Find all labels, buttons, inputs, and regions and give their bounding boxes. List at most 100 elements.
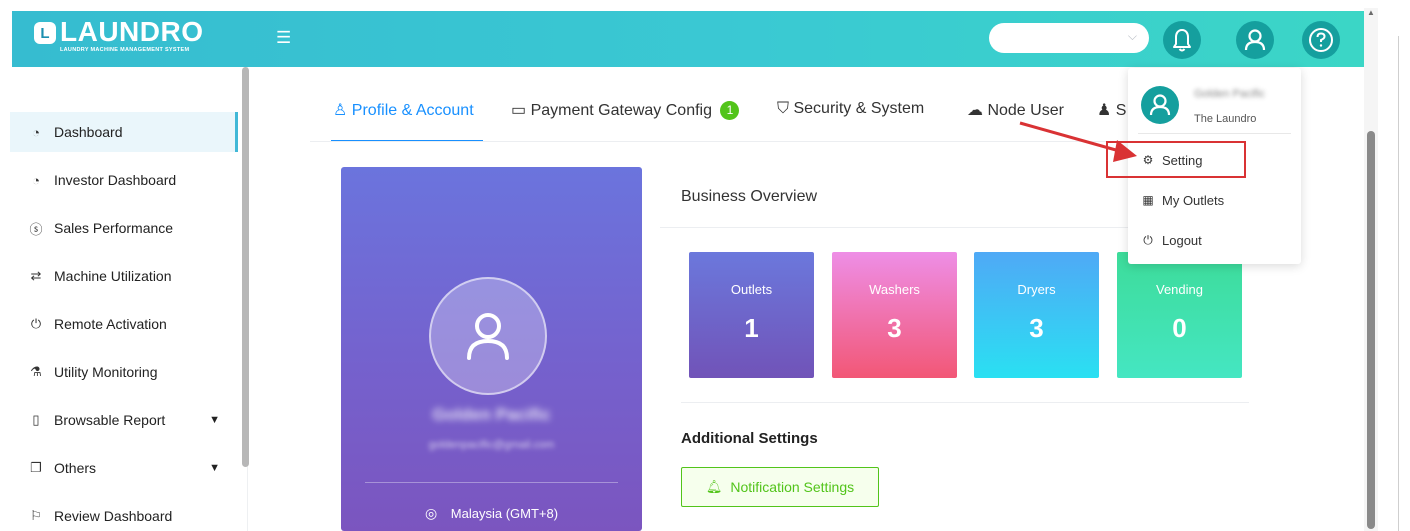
menu-item-my-outlets[interactable]: ▦ My Outlets bbox=[1140, 188, 1290, 212]
credit-card-icon: ▭ bbox=[511, 102, 527, 119]
profile-divider bbox=[365, 482, 618, 483]
top-header: L LAUNDRO LAUNDRY MACHINE MANAGEMENT SYS… bbox=[12, 11, 1364, 67]
page-scrollbar-thumb[interactable] bbox=[1367, 131, 1375, 529]
user-icon bbox=[1149, 94, 1171, 116]
sidebar-item-dashboard[interactable]: ◔ Dashboard bbox=[10, 112, 238, 152]
report-icon: ▯ bbox=[32, 412, 40, 427]
sidebar-item-label: Browsable Report bbox=[54, 412, 166, 428]
tab-security-system[interactable]: ⛉ Security & System bbox=[777, 100, 924, 118]
business-overview-title: Business Overview bbox=[681, 188, 818, 205]
location-label: Malaysia (GMT+8) bbox=[450, 506, 559, 521]
dashboard-icon: ◔ bbox=[32, 172, 40, 188]
logo-badge-icon: L bbox=[34, 22, 56, 44]
settings-tabs: ♙ Profile & Account ▭ Payment Gateway Co… bbox=[330, 88, 1130, 142]
scroll-up-arrow-icon[interactable]: ▲ bbox=[1364, 8, 1378, 20]
sidebar-item-review-dashboard[interactable]: ⚐ Review Dashboard bbox=[10, 496, 238, 531]
logo-subtitle: LAUNDRY MACHINE MANAGEMENT SYSTEM bbox=[60, 47, 190, 53]
sidebar-item-utility-monitoring[interactable]: ⚗ Utility Monitoring bbox=[10, 352, 238, 392]
tab-label: Payment Gateway Config bbox=[530, 102, 712, 119]
annotation-arrow-icon bbox=[1019, 121, 1137, 162]
menu-item-logout[interactable]: ⏻ Logout bbox=[1140, 228, 1290, 252]
tab-node-user[interactable]: ☁ Node User bbox=[967, 100, 1064, 120]
sidebar-item-label: Review Dashboard bbox=[54, 508, 173, 524]
window-edge bbox=[1398, 36, 1399, 531]
profile-avatar[interactable] bbox=[429, 277, 547, 395]
laundro-logo[interactable]: L LAUNDRO LAUNDRY MACHINE MANAGEMENT SYS… bbox=[34, 18, 204, 60]
sidebar-item-investor-dashboard[interactable]: ◔ Investor Dashboard bbox=[10, 160, 238, 200]
additional-settings-title: Additional Settings bbox=[681, 430, 818, 447]
sidebar-item-sales-performance[interactable]: ⓢ Sales Performance bbox=[10, 208, 238, 248]
stat-label: Outlets bbox=[730, 282, 773, 297]
power-icon: ⏻ bbox=[30, 316, 42, 331]
stat-card-dryers[interactable]: Dryers 3 bbox=[974, 252, 1099, 378]
notification-settings-button[interactable]: 🔔︎ Notification Settings bbox=[681, 467, 879, 507]
stat-value: 1 bbox=[744, 313, 759, 343]
dashboard-icon: ◔ bbox=[32, 124, 40, 140]
sidebar-item-label: Dashboard bbox=[54, 124, 123, 140]
menu-item-label: My Outlets bbox=[1162, 192, 1225, 208]
sidebar-item-label: Others bbox=[54, 460, 97, 476]
stat-label: Vending bbox=[1156, 282, 1203, 297]
help-button[interactable] bbox=[1302, 21, 1340, 59]
bell-icon bbox=[1173, 29, 1191, 52]
profile-email: goldenpacific@gmail.com bbox=[428, 439, 555, 451]
dropdown-avatar bbox=[1141, 86, 1179, 124]
stat-value: 3 bbox=[1029, 313, 1044, 343]
store-icon: ▦ bbox=[1142, 193, 1154, 207]
user-icon bbox=[467, 313, 509, 360]
profile-card: Golden Pacific goldenpacific@gmail.com ◎… bbox=[341, 167, 642, 531]
stat-label: Washers bbox=[869, 282, 920, 297]
menu-item-label: Logout bbox=[1162, 232, 1202, 248]
notification-settings-label: Notification Settings bbox=[730, 479, 855, 495]
sidebar-scrollbar[interactable] bbox=[242, 67, 249, 467]
tab-profile-account[interactable]: ♙ Profile & Account bbox=[333, 100, 474, 120]
shield-icon: ⛉ bbox=[777, 100, 790, 117]
tab-label: Security & System bbox=[793, 100, 925, 117]
sidebar: ◔ Dashboard ◔ Investor Dashboard ⓢ Sales… bbox=[0, 67, 249, 531]
sidebar-item-others[interactable]: ❐ Others ▼ bbox=[10, 448, 238, 488]
sidebar-item-label: Investor Dashboard bbox=[54, 172, 177, 188]
power-icon: ⏻ bbox=[1143, 232, 1153, 247]
dropdown-divider bbox=[1138, 133, 1291, 134]
section-divider bbox=[681, 402, 1249, 403]
user-account-button[interactable] bbox=[1236, 21, 1274, 59]
team-icon: ♟ bbox=[1097, 102, 1112, 119]
sidebar-item-machine-utilization[interactable]: ⇄ Machine Utilization bbox=[10, 256, 238, 296]
user-icon bbox=[1244, 29, 1266, 51]
stat-card-outlets[interactable]: Outlets 1 bbox=[689, 252, 814, 378]
flask-icon: ⚗ bbox=[30, 364, 42, 379]
dollar-circle-icon: ⓢ bbox=[29, 221, 43, 237]
menu-toggle-icon[interactable]: ☰ bbox=[276, 29, 294, 47]
copy-icon: ❐ bbox=[30, 460, 42, 475]
cloud-icon: ☁ bbox=[967, 102, 983, 119]
user-icon: ♙ bbox=[333, 102, 348, 119]
tab-label: Profile & Account bbox=[351, 102, 474, 119]
review-icon: ⚐ bbox=[30, 508, 42, 523]
tab-payment-gateway-config[interactable]: ▭ Payment Gateway Config 1 bbox=[511, 100, 740, 120]
tabs-divider bbox=[310, 141, 1130, 142]
tab-label: Node User bbox=[987, 102, 1064, 119]
tab-truncated[interactable]: ♟ S bbox=[1097, 100, 1126, 120]
location-pin-icon: ◎ bbox=[424, 505, 438, 521]
chevron-down-icon: ▼ bbox=[209, 414, 220, 426]
sidebar-item-browsable-report[interactable]: ▯ Browsable Report ▼ bbox=[10, 400, 238, 440]
question-circle-icon bbox=[1309, 28, 1333, 52]
swap-icon: ⇄ bbox=[30, 268, 42, 283]
dropdown-company-name: The Laundro bbox=[1194, 113, 1257, 125]
stat-card-vending[interactable]: Vending 0 bbox=[1117, 252, 1242, 378]
stat-value: 0 bbox=[1172, 313, 1187, 343]
bell-icon: 🔔︎ bbox=[705, 479, 723, 494]
stat-label: Dryers bbox=[1017, 282, 1056, 297]
tab-count-badge: 1 bbox=[720, 101, 740, 120]
profile-name: Golden Pacific bbox=[432, 405, 551, 424]
notification-bell-button[interactable] bbox=[1163, 21, 1201, 59]
chevron-down-icon: ▼ bbox=[209, 462, 220, 474]
sidebar-item-remote-activation[interactable]: ⏻ Remote Activation bbox=[10, 304, 238, 344]
outlet-select[interactable]: ⌵ bbox=[989, 23, 1149, 53]
profile-location: ◎ Malaysia (GMT+8) bbox=[341, 505, 642, 522]
chevron-down-icon: ⌵ bbox=[1127, 29, 1137, 43]
sidebar-item-label: Remote Activation bbox=[54, 316, 167, 332]
app-window: L LAUNDRO LAUNDRY MACHINE MANAGEMENT SYS… bbox=[0, 0, 1410, 531]
stat-card-washers[interactable]: Washers 3 bbox=[832, 252, 957, 378]
stat-value: 3 bbox=[887, 313, 902, 343]
